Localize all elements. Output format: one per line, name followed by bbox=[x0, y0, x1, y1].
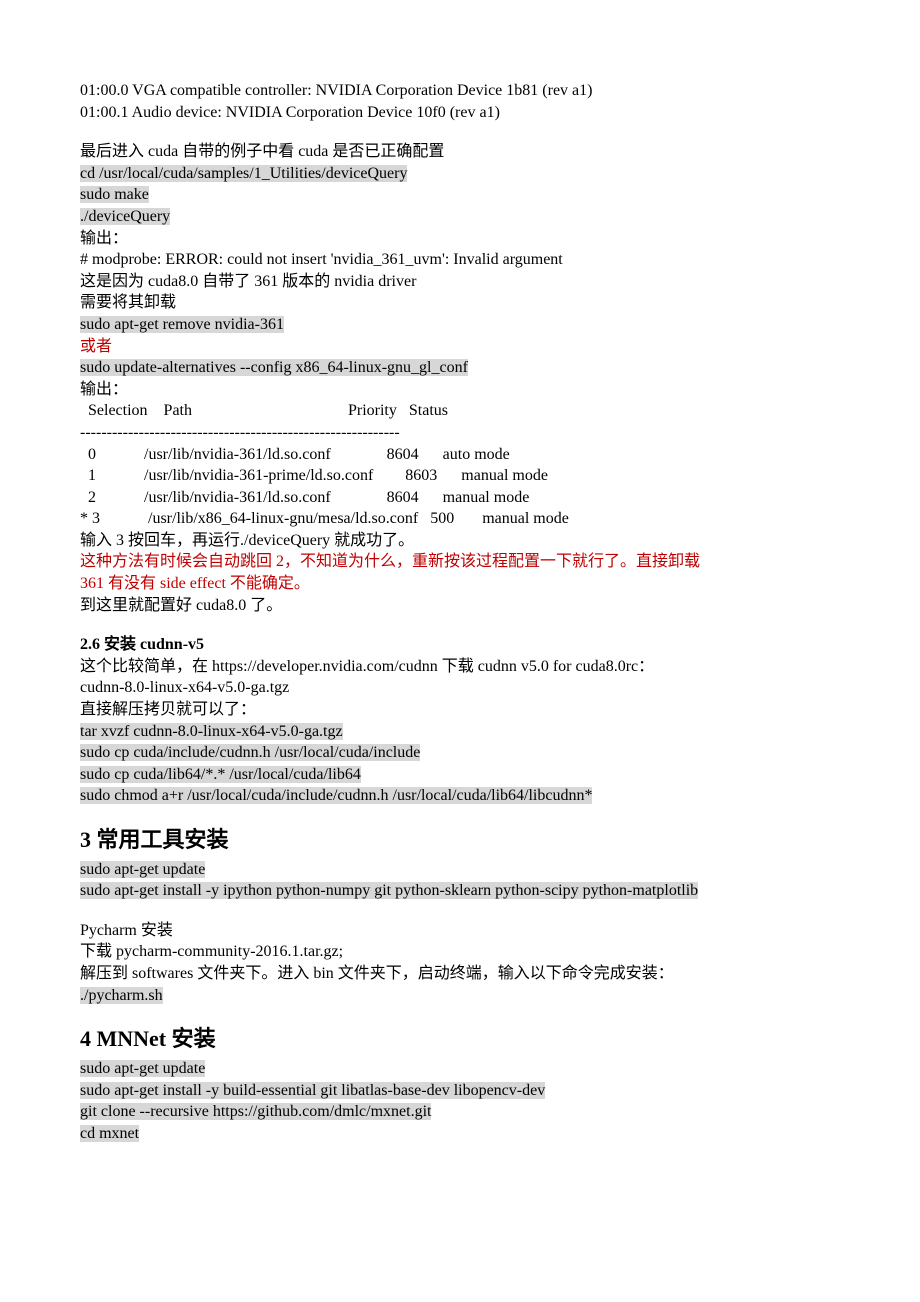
alt-table-header: Selection Path Priority Status bbox=[80, 400, 840, 422]
cmd-update-alternatives: sudo update-alternatives --config x86_64… bbox=[80, 357, 840, 379]
cudnn-desc-1: 这个比较简单，在 https://developer.nvidia.com/cu… bbox=[80, 656, 840, 678]
cudnn-filename: cudnn-8.0-linux-x64-v5.0-ga.tgz bbox=[80, 677, 840, 699]
cmd-sudo-make: sudo make bbox=[80, 184, 840, 206]
mxnet-heading: 4 MNNet 安装 bbox=[80, 1024, 840, 1054]
cmd-cd-mxnet: cd mxnet bbox=[80, 1123, 840, 1145]
alt-row-3: * 3 /usr/lib/x86_64-linux-gnu/mesa/ld.so… bbox=[80, 508, 840, 530]
output-label: 输出： bbox=[80, 228, 840, 250]
cmd-chmod-cudnn: sudo chmod a+r /usr/local/cuda/include/c… bbox=[80, 785, 840, 807]
cudnn-desc-2: 直接解压拷贝就可以了： bbox=[80, 699, 840, 721]
cuda-done: 到这里就配置好 cuda8.0 了。 bbox=[80, 595, 840, 617]
cudnn-heading: 2.6 安装 cudnn-v5 bbox=[80, 634, 840, 656]
lspci-line-2: 01:00.1 Audio device: NVIDIA Corporation… bbox=[80, 102, 840, 124]
output-label-2: 输出： bbox=[80, 379, 840, 401]
or-label: 或者 bbox=[80, 336, 840, 358]
alt-row-0: 0 /usr/lib/nvidia-361/ld.so.conf 8604 au… bbox=[80, 444, 840, 466]
alt-table-sep: ----------------------------------------… bbox=[80, 422, 840, 444]
reason-line-2: 需要将其卸载 bbox=[80, 292, 840, 314]
warn-line-2: 361 有没有 side effect 不能确定。 bbox=[80, 573, 840, 595]
cmd-tar-cudnn: tar xvzf cudnn-8.0-linux-x64-v5.0-ga.tgz bbox=[80, 721, 840, 743]
cmd-apt-install-py: sudo apt-get install -y ipython python-n… bbox=[80, 880, 840, 902]
cuda-check-note: 最后进入 cuda 自带的例子中看 cuda 是否已正确配置 bbox=[80, 141, 840, 163]
cmd-cd-samples: cd /usr/local/cuda/samples/1_Utilities/d… bbox=[80, 163, 840, 185]
modprobe-error: # modprobe: ERROR: could not insert 'nvi… bbox=[80, 249, 840, 271]
cmd-apt-update-2: sudo apt-get update bbox=[80, 1058, 840, 1080]
tools-heading: 3 常用工具安装 bbox=[80, 825, 840, 855]
lspci-line-1: 01:00.0 VGA compatible controller: NVIDI… bbox=[80, 80, 840, 102]
cmd-cp-include: sudo cp cuda/include/cudnn.h /usr/local/… bbox=[80, 742, 840, 764]
alt-row-1: 1 /usr/lib/nvidia-361-prime/ld.so.conf 8… bbox=[80, 465, 840, 487]
cmd-pycharm-sh: ./pycharm.sh bbox=[80, 985, 840, 1007]
cmd-remove-nvidia: sudo apt-get remove nvidia-361 bbox=[80, 314, 840, 336]
cmd-git-clone-mxnet: git clone --recursive https://github.com… bbox=[80, 1101, 840, 1123]
pycharm-download: 下载 pycharm-community-2016.1.tar.gz; bbox=[80, 941, 840, 963]
reason-line-1: 这是因为 cuda8.0 自带了 361 版本的 nvidia driver bbox=[80, 271, 840, 293]
instr-select-3: 输入 3 按回车，再运行./deviceQuery 就成功了。 bbox=[80, 530, 840, 552]
warn-line-1: 这种方法有时候会自动跳回 2，不知道为什么，重新按该过程配置一下就行了。直接卸载 bbox=[80, 551, 840, 573]
cmd-cp-lib64: sudo cp cuda/lib64/*.* /usr/local/cuda/l… bbox=[80, 764, 840, 786]
pycharm-heading: Pycharm 安装 bbox=[80, 920, 840, 942]
alt-row-2: 2 /usr/lib/nvidia-361/ld.so.conf 8604 ma… bbox=[80, 487, 840, 509]
cmd-apt-update-1: sudo apt-get update bbox=[80, 859, 840, 881]
cmd-apt-install-build: sudo apt-get install -y build-essential … bbox=[80, 1080, 840, 1102]
cmd-devicequery: ./deviceQuery bbox=[80, 206, 840, 228]
pycharm-extract: 解压到 softwares 文件夹下。进入 bin 文件夹下，启动终端，输入以下… bbox=[80, 963, 840, 985]
